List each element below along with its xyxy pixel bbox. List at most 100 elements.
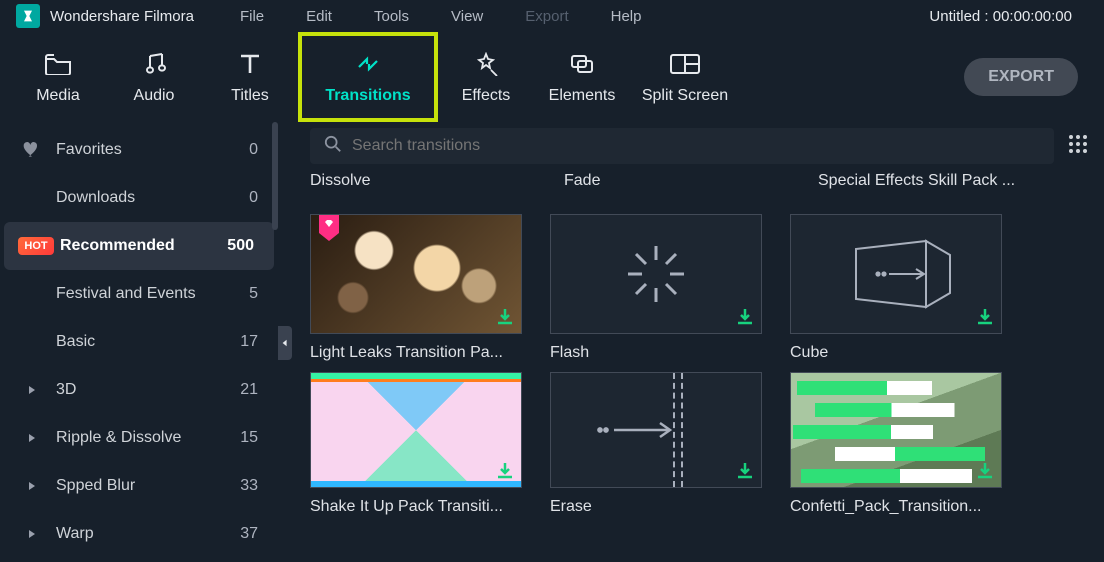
card-label: Shake It Up Pack Transiti... bbox=[310, 498, 522, 516]
card-label: Dissolve bbox=[310, 172, 522, 190]
project-title: Untitled : 00:00:00:00 bbox=[929, 8, 1072, 25]
transition-card[interactable]: Shake It Up Pack Transiti... bbox=[310, 372, 522, 516]
transition-card[interactable]: Flash bbox=[550, 214, 762, 362]
search-box[interactable] bbox=[310, 128, 1054, 164]
transitions-icon bbox=[355, 49, 381, 79]
transition-thumb bbox=[790, 372, 1002, 488]
text-icon bbox=[239, 49, 261, 79]
sidebar-item-label: Festival and Events bbox=[56, 285, 234, 303]
sidebar-item-recommended[interactable]: HOT Recommended 500 bbox=[4, 222, 274, 270]
sidebar-item-favorites[interactable]: Favorites 0 bbox=[0, 126, 278, 174]
titlebar: Wondershare Filmora File Edit Tools View… bbox=[0, 0, 1104, 32]
card-label: Confetti_Pack_Transition... bbox=[790, 498, 1002, 516]
previous-row-labels: Dissolve Fade Special Effects Skill Pack… bbox=[310, 172, 1088, 190]
collapse-sidebar-button[interactable] bbox=[278, 326, 292, 360]
transition-thumb bbox=[310, 372, 522, 488]
chevron-right-icon bbox=[16, 529, 48, 539]
premium-badge-icon bbox=[317, 215, 341, 248]
chevron-right-icon bbox=[16, 481, 48, 491]
tool-media[interactable]: Media bbox=[10, 32, 106, 122]
tool-label: Transitions bbox=[325, 87, 410, 105]
card-label: Flash bbox=[550, 344, 762, 362]
sidebar-item-festival[interactable]: Festival and Events 5 bbox=[0, 270, 278, 318]
hot-badge: HOT bbox=[20, 237, 52, 255]
sidebar-item-count: 15 bbox=[234, 429, 258, 447]
transition-card[interactable]: Cube bbox=[790, 214, 1002, 362]
tool-transitions[interactable]: Transitions bbox=[298, 32, 438, 122]
sidebar-item-basic[interactable]: Basic 17 bbox=[0, 318, 278, 366]
sidebar-item-count: 0 bbox=[234, 189, 258, 207]
tool-titles[interactable]: Titles bbox=[202, 32, 298, 122]
search-input[interactable] bbox=[352, 137, 1040, 155]
sidebar-item-count: 0 bbox=[234, 141, 258, 159]
product-name: Wondershare Filmora bbox=[50, 8, 194, 25]
download-icon[interactable] bbox=[495, 461, 515, 481]
export-button[interactable]: EXPORT bbox=[964, 58, 1078, 96]
tool-label: Media bbox=[36, 87, 80, 105]
transition-card[interactable]: Confetti_Pack_Transition... bbox=[790, 372, 1002, 516]
tool-label: Elements bbox=[549, 87, 616, 105]
toolbar: Media Audio Titles Transitions Effects E… bbox=[0, 32, 1104, 122]
search-icon bbox=[324, 135, 342, 158]
sidebar-item-label: Basic bbox=[56, 333, 234, 351]
menu-export: Export bbox=[523, 4, 570, 29]
sidebar-item-count: 33 bbox=[234, 477, 258, 495]
layers-icon bbox=[569, 49, 595, 79]
sidebar-item-warp[interactable]: Warp 37 bbox=[0, 510, 278, 558]
menu-tools[interactable]: Tools bbox=[372, 4, 411, 29]
transition-thumb bbox=[790, 214, 1002, 334]
card-label: Special Effects Skill Pack ... bbox=[818, 172, 1030, 190]
sidebar-item-3d[interactable]: 3D 21 bbox=[0, 366, 278, 414]
app-logo bbox=[16, 4, 40, 28]
tool-effects[interactable]: Effects bbox=[438, 32, 534, 122]
transition-card[interactable]: Light Leaks Transition Pa... bbox=[310, 214, 522, 362]
sidebar-item-count: 500 bbox=[227, 237, 254, 255]
sidebar-item-count: 21 bbox=[234, 381, 258, 399]
card-label: Erase bbox=[550, 498, 762, 516]
heart-icon bbox=[16, 140, 48, 160]
transition-thumb bbox=[550, 372, 762, 488]
transitions-panel: Dissolve Fade Special Effects Skill Pack… bbox=[278, 122, 1104, 550]
sidebar-item-ripple[interactable]: Ripple & Dissolve 15 bbox=[0, 414, 278, 462]
music-icon bbox=[141, 49, 167, 79]
tool-label: Titles bbox=[231, 87, 269, 105]
sidebar-item-label: Favorites bbox=[56, 141, 234, 159]
download-icon[interactable] bbox=[975, 307, 995, 327]
tool-label: Effects bbox=[462, 87, 511, 105]
chevron-right-icon bbox=[16, 433, 48, 443]
sidebar-item-count: 5 bbox=[234, 285, 258, 303]
splitscreen-icon bbox=[670, 49, 700, 79]
card-label: Fade bbox=[564, 172, 776, 190]
menu-edit[interactable]: Edit bbox=[304, 4, 334, 29]
view-grid-icon[interactable] bbox=[1068, 134, 1088, 159]
sidebar-item-count: 17 bbox=[234, 333, 258, 351]
card-label: Light Leaks Transition Pa... bbox=[310, 344, 522, 362]
download-icon[interactable] bbox=[495, 307, 515, 327]
download-icon[interactable] bbox=[975, 461, 995, 481]
category-sidebar: Favorites 0 Downloads 0 HOT Recommended … bbox=[0, 122, 278, 550]
chevron-right-icon bbox=[16, 385, 48, 395]
card-label: Cube bbox=[790, 344, 1002, 362]
transition-thumb bbox=[310, 214, 522, 334]
sidebar-item-speedblur[interactable]: Spped Blur 33 bbox=[0, 462, 278, 510]
download-icon[interactable] bbox=[735, 461, 755, 481]
sidebar-item-label: Ripple & Dissolve bbox=[56, 429, 234, 447]
download-icon[interactable] bbox=[735, 307, 755, 327]
sidebar-item-label: Downloads bbox=[56, 189, 234, 207]
menu-file[interactable]: File bbox=[238, 4, 266, 29]
menu-view[interactable]: View bbox=[449, 4, 485, 29]
tool-elements[interactable]: Elements bbox=[534, 32, 630, 122]
sidebar-item-label: Spped Blur bbox=[56, 477, 234, 495]
transition-card[interactable]: Erase bbox=[550, 372, 762, 516]
sidebar-item-label: Warp bbox=[56, 525, 234, 543]
tool-audio[interactable]: Audio bbox=[106, 32, 202, 122]
menu-help[interactable]: Help bbox=[609, 4, 644, 29]
tool-label: Split Screen bbox=[642, 87, 728, 105]
sidebar-item-count: 37 bbox=[234, 525, 258, 543]
sidebar-item-downloads[interactable]: Downloads 0 bbox=[0, 174, 278, 222]
transition-thumb bbox=[550, 214, 762, 334]
folder-icon bbox=[44, 49, 72, 79]
sidebar-item-label: 3D bbox=[56, 381, 234, 399]
tool-splitscreen[interactable]: Split Screen bbox=[630, 32, 740, 122]
tool-label: Audio bbox=[134, 87, 175, 105]
